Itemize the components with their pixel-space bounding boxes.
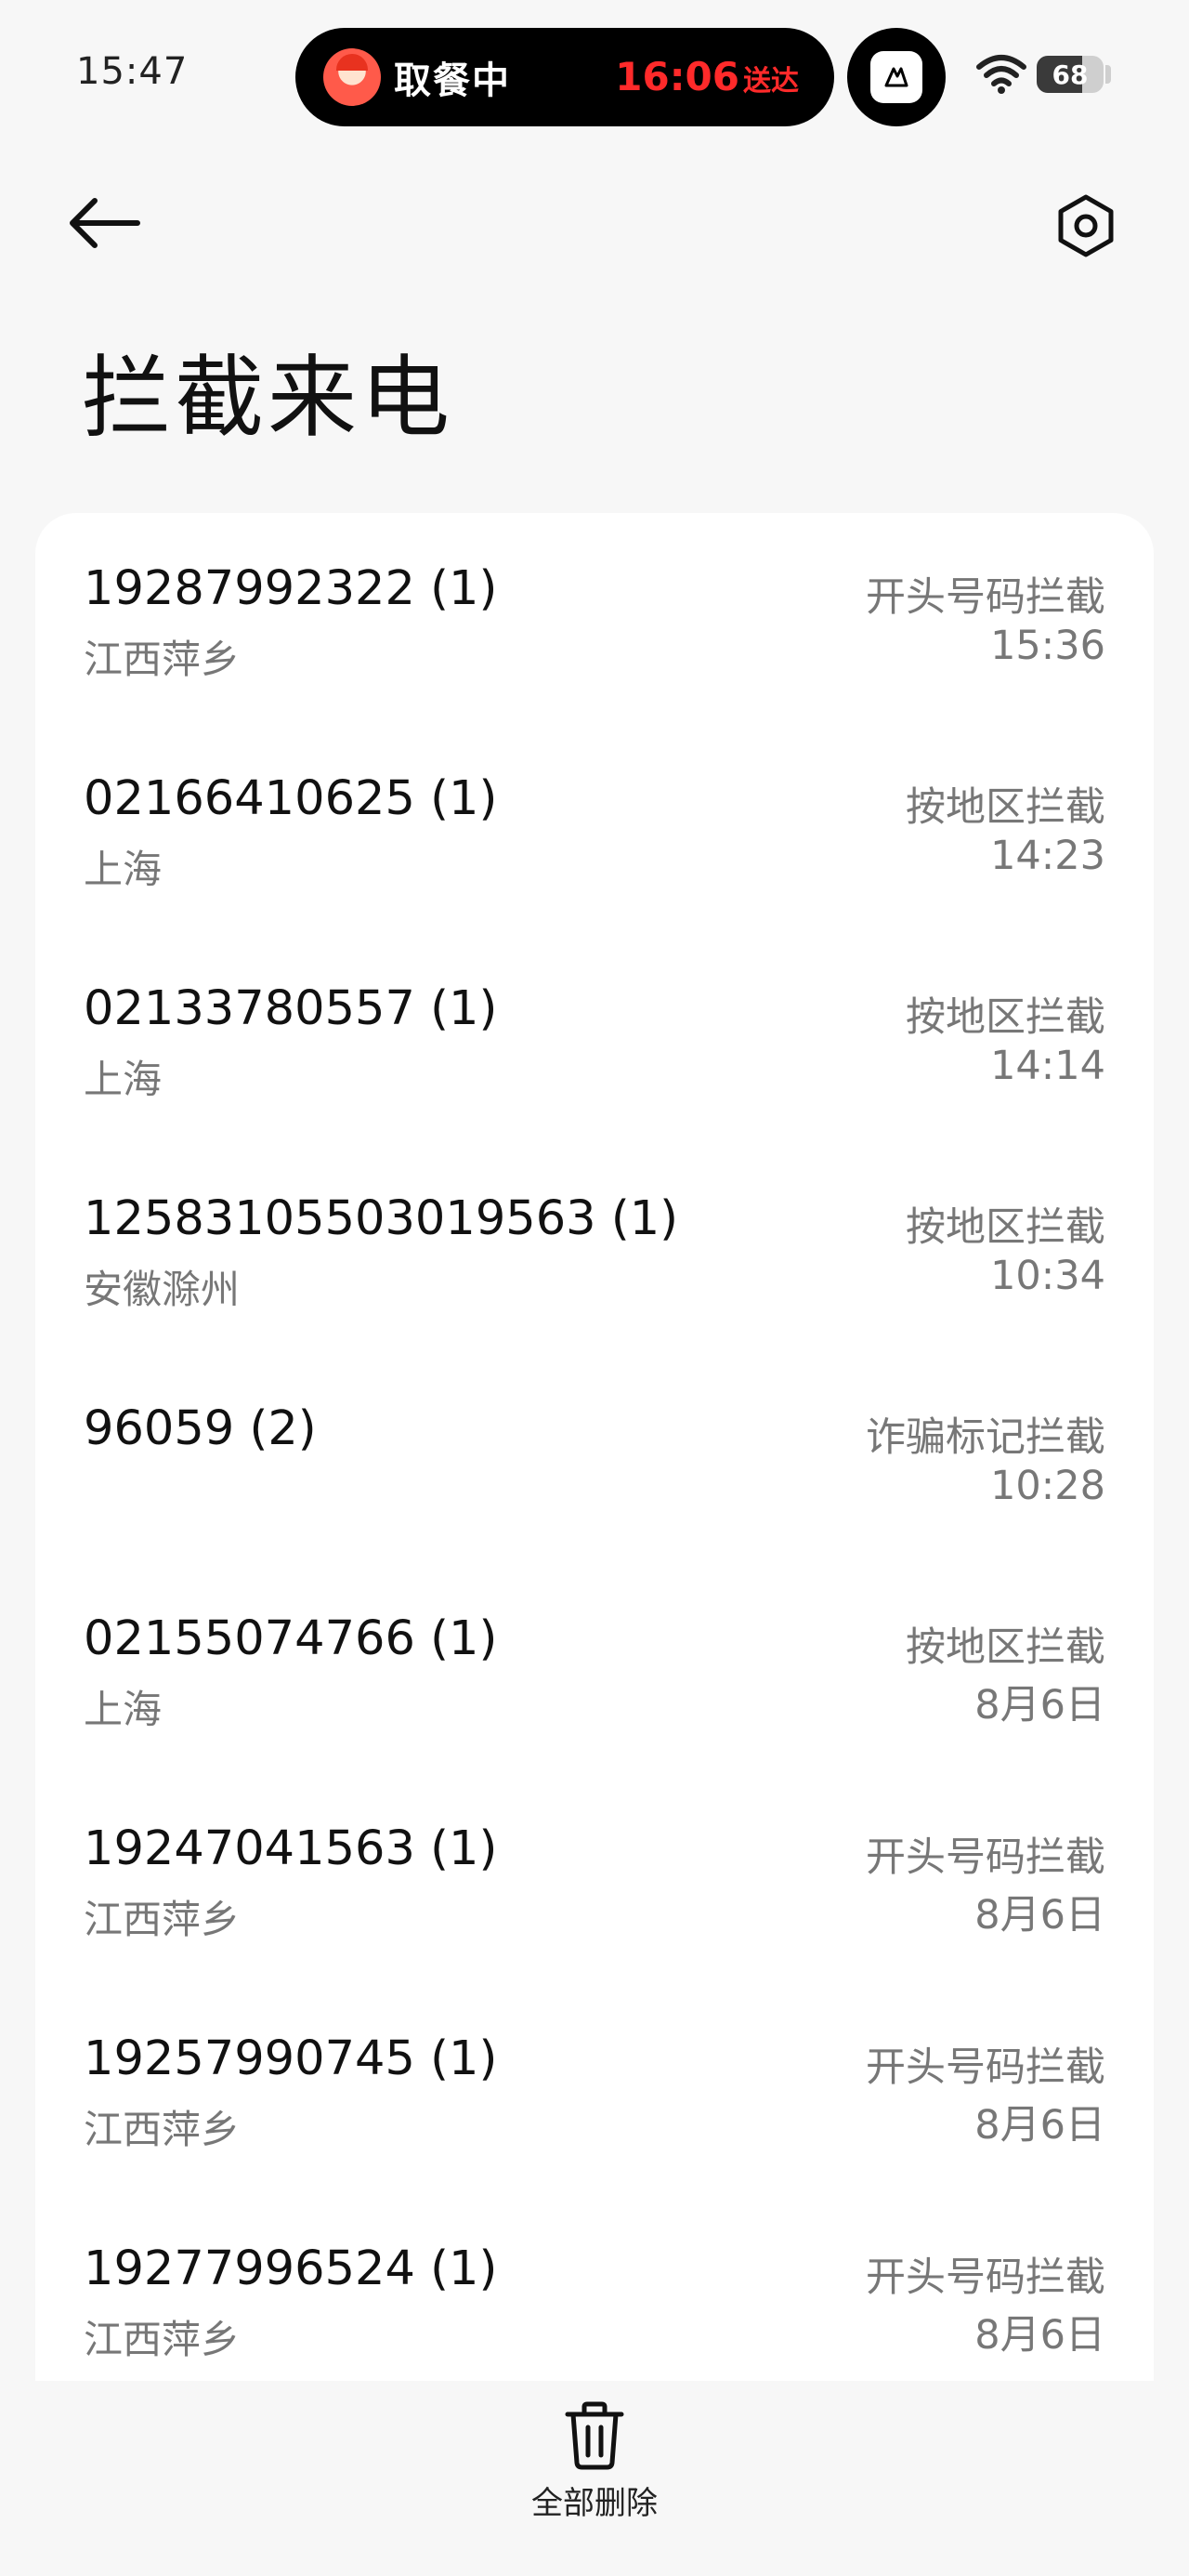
block-reason: 按地区拦截	[906, 1624, 1105, 1671]
block-reason: 开头号码拦截	[866, 2044, 1105, 2091]
settings-button[interactable]	[1044, 184, 1128, 268]
call-number: 02166410625 (1)	[84, 771, 498, 826]
call-row[interactable]: 19287992322 (1) 江西萍乡 开头号码拦截 15:36	[35, 513, 1154, 723]
delete-all-label: 全部删除	[531, 2485, 658, 2522]
live-activity-island[interactable]: 取餐中 16:06 送达	[295, 28, 834, 126]
block-reason: 按地区拦截	[906, 994, 1105, 1041]
call-time: 8月6日	[974, 2312, 1105, 2359]
call-number: 19287992322 (1)	[84, 561, 498, 616]
call-location: 江西萍乡	[84, 2107, 241, 2152]
call-number: 02133780557 (1)	[84, 981, 498, 1036]
call-location: 江西萍乡	[84, 637, 241, 682]
status-bar: 15:47 取餐中 16:06 送达 68	[0, 0, 1189, 149]
call-row[interactable]: 96059 (2) 诈骗标记拦截 10:28	[35, 1353, 1154, 1563]
call-time: 8月6日	[974, 2102, 1105, 2149]
call-time: 10:34	[990, 1253, 1105, 1299]
trash-icon	[565, 2401, 624, 2470]
block-reason: 诈骗标记拦截	[866, 1414, 1105, 1461]
call-number: 96059 (2)	[84, 1401, 317, 1456]
call-time: 10:28	[990, 1463, 1105, 1509]
app-logo-icon	[870, 51, 922, 103]
battery-level: 68	[1052, 59, 1089, 90]
bottom-toolbar: 全部删除	[0, 2381, 1189, 2576]
call-number: 19277996524 (1)	[84, 2241, 498, 2296]
call-time: 14:23	[990, 833, 1105, 879]
page-title: 拦截来电	[82, 346, 453, 450]
delivery-status: 取餐中	[394, 59, 511, 102]
live-activity-app-bubble[interactable]	[847, 28, 946, 126]
call-row[interactable]: 02133780557 (1) 上海 按地区拦截 14:14	[35, 933, 1154, 1143]
battery-indicator: 68	[1037, 56, 1104, 93]
battery-tip	[1105, 65, 1111, 84]
block-reason: 按地区拦截	[906, 1204, 1105, 1251]
call-number: 19257990745 (1)	[84, 2031, 498, 2086]
call-number: 12583105503019563 (1)	[84, 1191, 679, 1246]
call-row[interactable]: 19257990745 (1) 江西萍乡 开头号码拦截 8月6日	[35, 1983, 1154, 2193]
arrow-left-icon	[70, 198, 140, 248]
block-reason: 开头号码拦截	[866, 1834, 1105, 1881]
call-row[interactable]: 02166410625 (1) 上海 按地区拦截 14:23	[35, 723, 1154, 933]
block-reason: 按地区拦截	[906, 784, 1105, 831]
courier-avatar-icon	[323, 48, 381, 106]
call-row[interactable]: 02155074766 (1) 上海 按地区拦截 8月6日	[35, 1563, 1154, 1773]
call-location: 安徽滁州	[84, 1267, 241, 1312]
call-row[interactable]: 19277996524 (1) 江西萍乡 开头号码拦截 8月6日	[35, 2193, 1154, 2381]
back-button[interactable]	[67, 186, 160, 260]
eta-time: 16:06	[615, 54, 739, 99]
call-time: 15:36	[990, 623, 1105, 669]
call-number: 19247041563 (1)	[84, 1821, 498, 1876]
eta-label: 送达	[743, 65, 799, 98]
call-time: 8月6日	[974, 1682, 1105, 1728]
status-time: 15:47	[76, 50, 189, 93]
delivery-eta: 16:06 送达	[615, 54, 799, 99]
call-location: 上海	[84, 847, 163, 892]
hexagon-settings-icon	[1058, 194, 1114, 257]
call-location: 江西萍乡	[84, 1897, 241, 1942]
call-row[interactable]: 12583105503019563 (1) 安徽滁州 按地区拦截 10:34	[35, 1143, 1154, 1353]
call-location: 上海	[84, 1057, 163, 1102]
delete-all-button[interactable]: 全部删除	[502, 2401, 687, 2550]
call-time: 8月6日	[974, 1892, 1105, 1939]
wifi-icon	[975, 52, 1027, 99]
block-reason: 开头号码拦截	[866, 574, 1105, 621]
call-location: 上海	[84, 1687, 163, 1732]
call-time: 14:14	[990, 1043, 1105, 1089]
call-number: 02155074766 (1)	[84, 1611, 498, 1666]
call-location: 江西萍乡	[84, 2317, 241, 2362]
block-reason: 开头号码拦截	[866, 2254, 1105, 2301]
call-row[interactable]: 19247041563 (1) 江西萍乡 开头号码拦截 8月6日	[35, 1773, 1154, 1983]
blocked-call-list: 19287992322 (1) 江西萍乡 开头号码拦截 15:36 021664…	[35, 513, 1154, 2381]
